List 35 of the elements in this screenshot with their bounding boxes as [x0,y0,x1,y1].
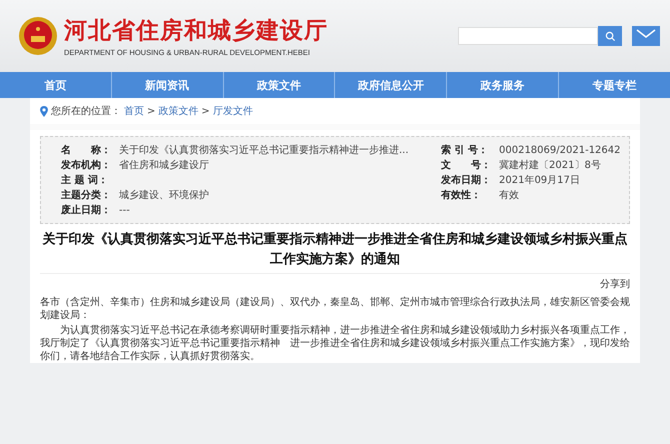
metadata-label: 索 引 号： [441,145,489,157]
location-pin-icon [40,106,48,116]
metadata-label: 文 号： [441,160,492,172]
share-label: 分享到 [600,279,630,290]
metadata-label: 有效性： [441,190,482,202]
nav-link[interactable]: 首页 [0,72,111,98]
metadata-value: 关于印发《认真贯彻落实习近平总书记重要指示精神进一步推进... [119,145,409,157]
metadata-label: 发布机构： [61,160,112,172]
metadata-value: 000218069/2021-12642 [499,145,620,157]
breadcrumb-separator: > [147,106,156,116]
metadata-label: 废止日期： [61,205,112,217]
breadcrumb-link[interactable]: 厅发文件 [212,104,253,118]
metadata-label: 发布日期： [441,175,492,187]
metadata-label: 主题分类： [61,190,112,202]
metadata-label: 名 称： [61,145,112,157]
article-title: 关于印发《认真贯彻落实习近平总书记重要指示精神进一步推进全省住房和城乡建设领域乡村振兴重点工作实施方案》的通知 [40,224,630,274]
search-field[interactable] [458,27,598,45]
search-button[interactable] [598,26,622,46]
breadcrumb-label: 您所在的位置： [51,104,121,118]
emblem-icon [18,16,58,56]
metadata-value: --- [119,205,130,217]
metadata-label: 主 题 词： [61,175,109,187]
breadcrumb-separator: > [201,106,210,116]
metadata-value: 冀建村建〔2021〕8号 [499,160,601,172]
metadata-value: 2021年09月17日 [499,175,580,187]
paragraph: 为认真贯彻落实习近平总书记在承德考察调研时重要指示精神，进一步推进全省住房和城乡建设领域助力乡村振兴各项重点工作，我厅制定了《认真贯彻落实习近平总书记重要指示精神 进一步推进全省住房和城乡建设领域乡村振兴重点工作实施方案》，现印发给你们，请各地结合工作实际，认真抓好贯彻落实。 [40,324,630,363]
metadata-value: 省住房和城乡建设厅 [119,160,209,172]
search-icon [604,30,616,42]
breadcrumb-link[interactable]: 首页 [124,104,144,118]
site-title: 河北省住房和城乡建设厅 [64,17,328,46]
metadata-value: 有效 [499,190,519,202]
breadcrumb-link[interactable]: 政策文件 [158,104,198,118]
metadata-value: 城乡建设、环境保护 [119,190,209,202]
paragraph: 各市（含定州、辛集市）住房和城乡建设局（建设局）、双代办，秦皇岛、邯郸、定州市城市管理综合行政执法局，雄安新区管委会规划建设局： [40,296,630,322]
mail-button[interactable] [632,26,660,46]
